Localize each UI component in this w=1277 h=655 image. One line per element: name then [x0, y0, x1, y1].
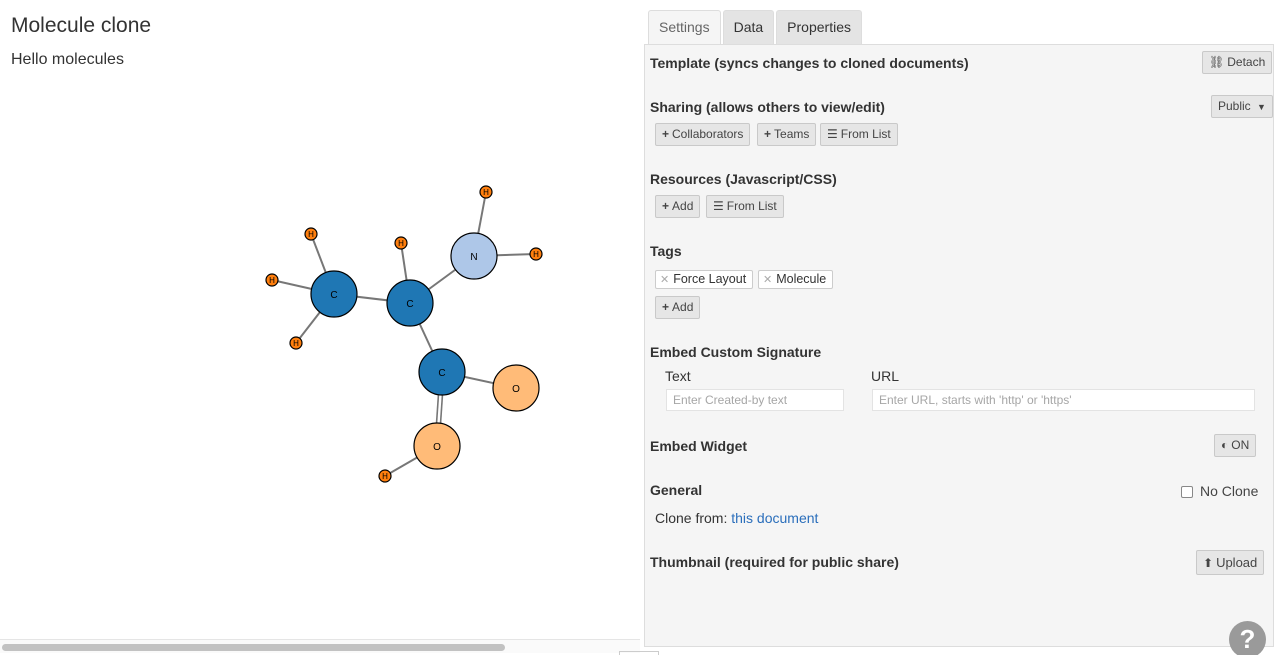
plus-icon: +: [662, 127, 670, 141]
atom-label: H: [533, 250, 539, 259]
atom-label: C: [438, 368, 445, 379]
page: C C N C O O H H H H H H H Molecule clone Hello molec…: [0, 0, 1277, 655]
general-title: General: [650, 482, 703, 498]
atom-node[interactable]: H: [394, 236, 408, 250]
atom-label: H: [308, 230, 314, 239]
unlink-icon: ⛓: [1209, 55, 1225, 69]
plus-icon: +: [764, 127, 772, 141]
signature-url-label: URL: [871, 368, 900, 384]
embed-toggle-label: ON: [1231, 438, 1250, 452]
add-tag-label: Add: [672, 300, 694, 314]
embed-toggle-button[interactable]: ◐ ON: [1214, 434, 1257, 457]
signature-title: Embed Custom Signature: [650, 344, 822, 360]
sharing-from-list-button[interactable]: ☰ From List: [820, 123, 898, 146]
atom-label: H: [483, 188, 489, 197]
atom-node[interactable]: C: [386, 279, 434, 327]
remove-tag-icon[interactable]: ✕: [763, 274, 772, 286]
upload-thumbnail-button[interactable]: ⬆ Upload: [1196, 550, 1265, 575]
atom-node[interactable]: C: [418, 348, 466, 396]
atom-label: O: [512, 384, 520, 395]
add-collaborators-button[interactable]: + Collaborators: [655, 123, 751, 146]
tag-label: Force Layout: [673, 272, 747, 286]
help-button[interactable]: ?: [1229, 621, 1266, 655]
resources-from-list-label: From List: [726, 199, 777, 213]
thumbnail-title: Thumbnail (required for public share): [650, 554, 899, 570]
atom-label: C: [330, 290, 337, 301]
tag-item: ✕ Force Layout: [655, 270, 754, 289]
atom-node[interactable]: O: [413, 422, 461, 470]
visibility-value: Public: [1218, 99, 1251, 113]
visibility-dropdown[interactable]: Public ▼: [1211, 95, 1273, 118]
atom-node[interactable]: C: [310, 270, 358, 318]
tab-settings[interactable]: Settings: [648, 10, 721, 45]
settings-panel: Template (syncs changes to cloned docume…: [644, 44, 1274, 647]
signature-text-label: Text: [665, 368, 691, 384]
molecule-graph[interactable]: C C N C O O H H H H H H H: [0, 0, 640, 640]
template-title: Template (syncs changes to cloned docume…: [650, 55, 969, 71]
tab-data[interactable]: Data: [722, 10, 775, 44]
add-tag-button[interactable]: + Add: [655, 296, 701, 319]
atom-label: H: [269, 276, 275, 285]
atom-label: H: [398, 239, 404, 248]
document-view: C C N C O O H H H H H H H Molecule clone Hello molec…: [0, 0, 659, 655]
clone-from-text: Clone from: this document: [655, 510, 818, 526]
atom-node[interactable]: H: [265, 273, 279, 287]
horizontal-scrollbar[interactable]: [0, 639, 640, 653]
toggle-icon: ◐: [1221, 438, 1229, 452]
collaborators-label: Collaborators: [672, 127, 744, 141]
caret-down-icon: ▼: [1257, 102, 1266, 112]
add-teams-button[interactable]: + Teams: [757, 123, 817, 146]
teams-label: Teams: [774, 127, 810, 141]
atom-label: N: [470, 252, 477, 263]
detach-button[interactable]: ⛓ Detach: [1202, 51, 1273, 74]
document-title: Molecule clone: [11, 14, 152, 37]
atom-node[interactable]: H: [289, 336, 303, 350]
atom-node[interactable]: H: [529, 247, 543, 261]
sharing-title: Sharing (allows others to view/edit): [650, 99, 885, 115]
upload-icon: ⬆: [1203, 556, 1214, 570]
atom-node[interactable]: N: [450, 232, 498, 280]
atom-label: O: [433, 442, 441, 453]
list-icon: ☰: [827, 127, 838, 141]
tag-item: ✕ Molecule: [758, 270, 834, 289]
plus-icon: +: [662, 300, 670, 314]
clone-from-link[interactable]: this document: [731, 510, 818, 526]
atom-node[interactable]: H: [378, 469, 392, 483]
atom-label: H: [382, 472, 388, 481]
add-resource-button[interactable]: + Add: [655, 195, 701, 218]
tags-title: Tags: [650, 243, 682, 259]
settings-tabs: Settings Data Properties: [648, 10, 864, 45]
atom-label: H: [293, 339, 299, 348]
atom-node[interactable]: H: [479, 185, 493, 199]
add-resource-label: Add: [672, 199, 694, 213]
resize-handle[interactable]: [619, 651, 659, 655]
plus-icon: +: [662, 199, 670, 213]
scrollbar-thumb[interactable]: [2, 644, 505, 651]
resources-from-list-button[interactable]: ☰ From List: [706, 195, 784, 218]
tag-label: Molecule: [776, 272, 827, 286]
detach-label: Detach: [1227, 55, 1266, 69]
resources-title: Resources (Javascript/CSS): [650, 171, 837, 187]
list-icon: ☰: [713, 199, 724, 213]
signature-url-input[interactable]: [872, 389, 1255, 411]
signature-text-input[interactable]: [666, 389, 844, 411]
atom-node[interactable]: H: [304, 227, 318, 241]
no-clone-checkbox[interactable]: [1181, 486, 1193, 498]
remove-tag-icon[interactable]: ✕: [660, 274, 669, 286]
document-subtitle: Hello molecules: [11, 51, 124, 68]
tab-properties[interactable]: Properties: [776, 10, 862, 44]
no-clone-label: No Clone: [1200, 483, 1259, 499]
clone-from-label: Clone from:: [655, 510, 728, 526]
embed-widget-title: Embed Widget: [650, 438, 748, 454]
atom-label: C: [406, 299, 413, 310]
sharing-from-list-label: From List: [840, 127, 891, 141]
upload-label: Upload: [1216, 555, 1258, 570]
atom-node[interactable]: O: [492, 364, 540, 412]
